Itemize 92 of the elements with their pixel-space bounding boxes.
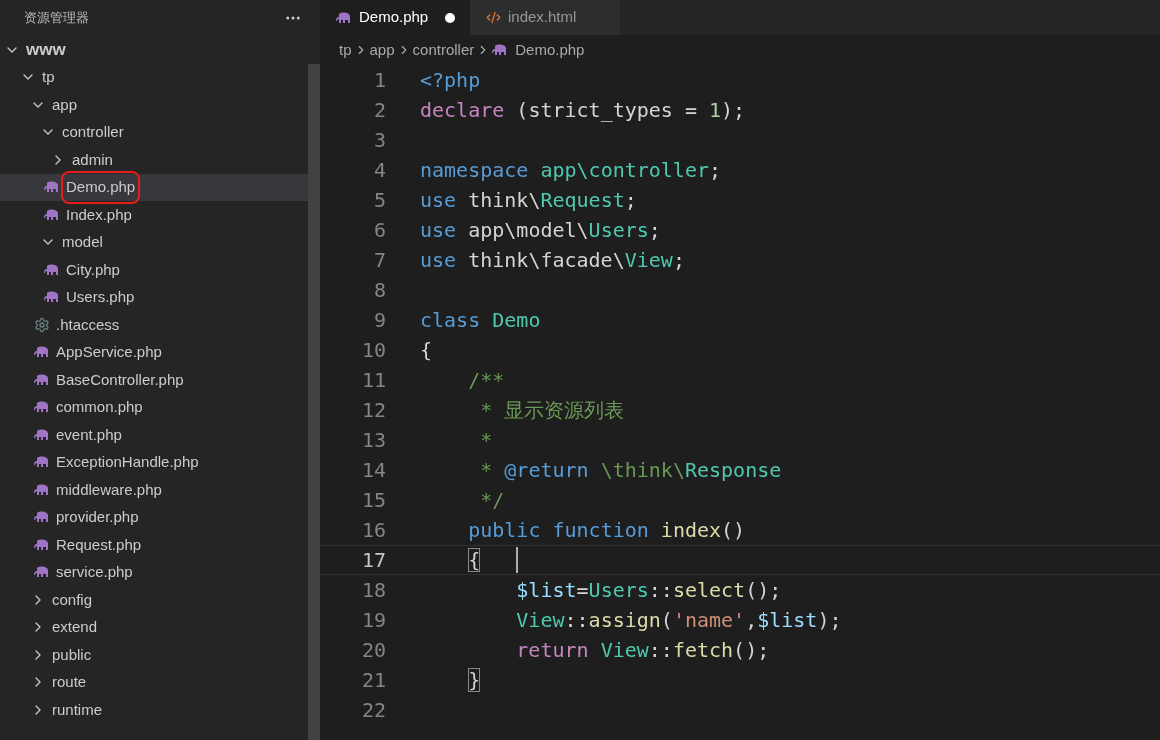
file-item[interactable]: service.php xyxy=(0,558,308,586)
folder-item[interactable]: www xyxy=(0,36,308,64)
folder-item[interactable]: extend xyxy=(0,613,308,641)
folder-item[interactable]: admin xyxy=(0,146,308,174)
folder-item[interactable]: route xyxy=(0,668,308,696)
folder-item[interactable]: model xyxy=(0,228,308,256)
line-number: 14 xyxy=(360,457,386,484)
code-line: */ xyxy=(479,487,505,514)
code-line: * @return \think\Response xyxy=(479,457,782,484)
code-line: use think\Request; xyxy=(420,187,637,214)
line-number: 13 xyxy=(360,427,386,454)
code-line: return View::fetch(); xyxy=(515,637,770,664)
editor-tab[interactable]: Demo.php xyxy=(320,0,470,35)
elephant-icon xyxy=(34,511,50,524)
elephant-icon xyxy=(492,44,509,56)
folder-item[interactable]: tp xyxy=(0,63,308,91)
file-item[interactable]: ExceptionHandle.php xyxy=(0,448,308,476)
elephant-icon xyxy=(34,401,50,414)
folder-item[interactable]: public xyxy=(0,641,308,669)
sidebar-title: 资源管理器 xyxy=(24,9,89,28)
text-cursor xyxy=(516,547,519,573)
line-number: 20 xyxy=(360,637,386,664)
code-line: * 显示资源列表 xyxy=(479,397,625,424)
elephant-icon xyxy=(44,181,60,194)
line-number: 5 xyxy=(372,187,386,214)
elephant-icon xyxy=(34,373,50,386)
line-number: 22 xyxy=(360,697,386,724)
elephant-icon xyxy=(44,291,60,304)
line-number: 8 xyxy=(372,277,386,304)
elephant-icon xyxy=(34,483,50,496)
line-number: 3 xyxy=(372,127,386,154)
editor-tab[interactable]: index.html xyxy=(470,0,620,35)
elephant-icon xyxy=(34,566,50,579)
elephant-icon xyxy=(34,428,50,441)
line-number: 10 xyxy=(360,337,386,364)
elephant-icon xyxy=(34,456,50,469)
code-line: public function index() xyxy=(467,517,746,544)
file-item[interactable]: event.php xyxy=(0,421,308,449)
line-number: 1 xyxy=(372,67,386,94)
breadcrumb-item[interactable]: tp xyxy=(339,38,352,62)
file-item[interactable]: provider.php xyxy=(0,503,308,531)
file-item[interactable]: Demo.php xyxy=(0,173,308,201)
elephant-icon xyxy=(44,208,60,221)
code-line: * xyxy=(479,427,493,454)
code-line: View::assign('name',$list); xyxy=(515,607,842,634)
line-number: 17 xyxy=(360,547,386,574)
code-line: declare (strict_types = 1); xyxy=(420,97,746,124)
folder-item[interactable]: app xyxy=(0,91,308,119)
line-number: 19 xyxy=(360,607,386,634)
code-icon xyxy=(486,10,501,25)
file-item[interactable]: .htaccess xyxy=(0,311,308,339)
file-item[interactable]: Users.php xyxy=(0,283,308,311)
folder-item[interactable]: config xyxy=(0,586,308,614)
line-number: 2 xyxy=(372,97,386,124)
line-number: 16 xyxy=(360,517,386,544)
elephant-icon xyxy=(336,11,352,24)
elephant-icon xyxy=(44,263,60,276)
line-number: 7 xyxy=(372,247,386,274)
code-line: { xyxy=(420,337,433,364)
code-line: <?php xyxy=(420,67,481,94)
code-line: /** xyxy=(467,367,505,394)
elephant-icon xyxy=(34,538,50,551)
gear-icon xyxy=(34,316,50,333)
file-item[interactable]: common.php xyxy=(0,393,308,421)
line-number: 18 xyxy=(360,577,386,604)
line-number: 4 xyxy=(372,157,386,184)
line-number: 15 xyxy=(360,487,386,514)
code-line: class Demo xyxy=(420,307,541,334)
file-item[interactable]: middleware.php xyxy=(0,476,308,504)
line-number: 6 xyxy=(372,217,386,244)
file-item[interactable]: Index.php xyxy=(0,201,308,229)
breadcrumb-item[interactable]: Demo.php xyxy=(515,38,585,62)
file-item[interactable]: Request.php xyxy=(0,531,308,559)
code-line: use think\facade\View; xyxy=(420,247,685,274)
scrollbar[interactable] xyxy=(308,64,320,740)
breadcrumb-item[interactable]: app xyxy=(369,38,395,62)
code-line: } xyxy=(467,667,481,694)
code-line: $list=Users::select(); xyxy=(515,577,782,604)
line-number: 9 xyxy=(372,307,386,334)
folder-item[interactable]: runtime xyxy=(0,696,308,724)
breadcrumb-item[interactable]: controller xyxy=(412,38,475,62)
file-item[interactable]: City.php xyxy=(0,256,308,284)
code-line: use app\model\Users; xyxy=(420,217,661,244)
code-line: { xyxy=(467,547,481,574)
folder-item[interactable]: controller xyxy=(0,118,308,146)
file-item[interactable]: BaseController.php xyxy=(0,366,308,394)
line-number: 12 xyxy=(360,397,386,424)
line-number: 21 xyxy=(360,667,386,694)
elephant-icon xyxy=(34,346,50,359)
file-item[interactable]: AppService.php xyxy=(0,338,308,366)
code-line: namespace app\controller; xyxy=(420,157,722,184)
line-number: 11 xyxy=(360,367,386,394)
